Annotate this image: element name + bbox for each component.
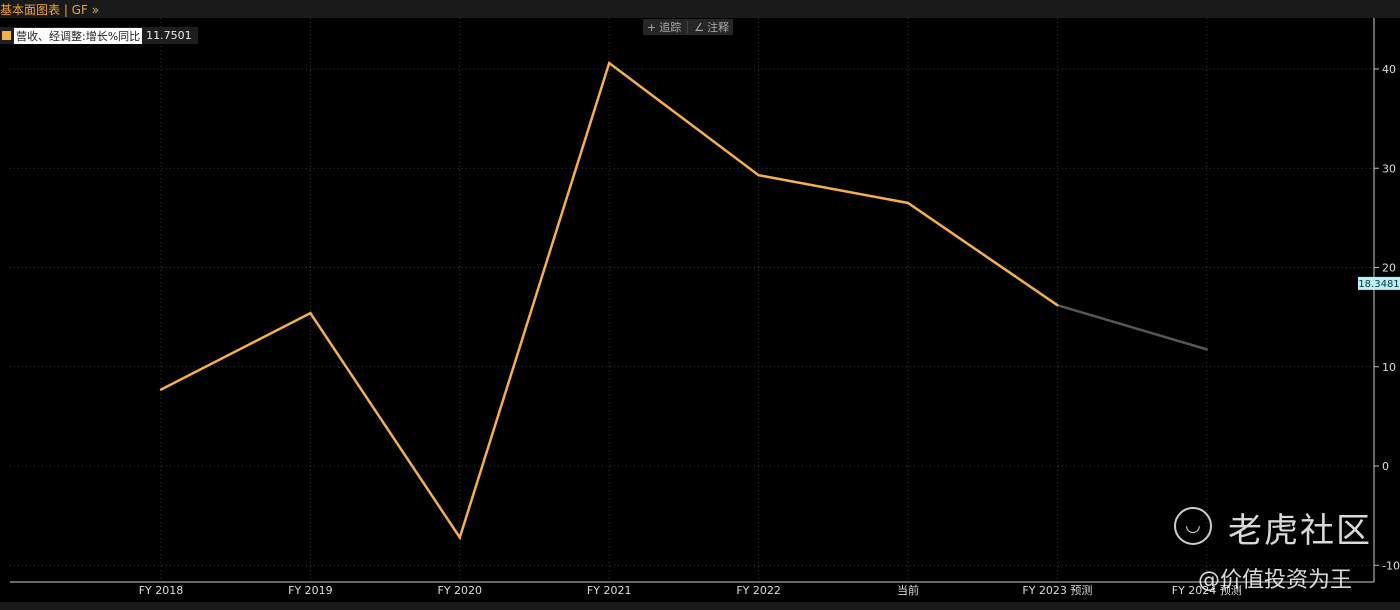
- watermark-handle: @价值投资为王: [1198, 568, 1353, 593]
- y-marker-label: 18.3481: [1358, 279, 1399, 290]
- data-point: [757, 173, 760, 177]
- data-point: [458, 536, 461, 539]
- pencil-icon: ∠: [694, 20, 705, 34]
- data-point: [159, 388, 163, 391]
- track-label: 追踪: [659, 21, 682, 34]
- track-button[interactable]: + 追踪: [647, 19, 681, 35]
- tiger-icon: ◡: [1174, 507, 1212, 545]
- watermark-name: 老虎社区: [1228, 511, 1372, 551]
- toolbar-divider: [687, 21, 689, 33]
- y-tick-label: 40: [1382, 63, 1396, 76]
- data-point: [1056, 304, 1059, 307]
- x-tick-label: FY 2022: [736, 584, 781, 597]
- x-tick-label: FY 2023 预测: [1022, 584, 1092, 597]
- y-tick-label: -10: [1382, 559, 1400, 572]
- x-tick-label: FY 2020: [438, 584, 483, 597]
- x-tick-label: FY 2019: [288, 584, 333, 597]
- chart-toolbar: + 追踪 ∠ 注释: [643, 19, 734, 35]
- chart-legend[interactable]: 营收、经调整:增长%同比 11.7501: [0, 27, 198, 44]
- legend-current-value: 11.7501: [146, 29, 192, 42]
- series-forecast-line: [1057, 304, 1208, 351]
- y-tick-label: 0: [1382, 460, 1389, 473]
- y-tick-label: 30: [1382, 162, 1396, 175]
- note-label: 注释: [707, 21, 730, 34]
- x-tick-label: FY 2018: [139, 584, 184, 597]
- y-tick-label: 10: [1382, 361, 1396, 374]
- data-point: [608, 61, 611, 65]
- legend-series-name: 营收、经调整:增长%同比: [14, 27, 143, 44]
- note-button[interactable]: ∠ 注释: [694, 19, 729, 35]
- x-tick-label: 当前: [897, 583, 919, 597]
- legend-swatch: [2, 31, 11, 40]
- y-tick-label: 20: [1382, 262, 1396, 275]
- data-point: [1205, 348, 1209, 351]
- crosshair-icon: +: [647, 20, 657, 34]
- bottom-bar: [0, 602, 1400, 610]
- x-tick-label: FY 2021: [587, 584, 632, 597]
- data-point: [906, 201, 910, 205]
- data-point: [309, 311, 312, 315]
